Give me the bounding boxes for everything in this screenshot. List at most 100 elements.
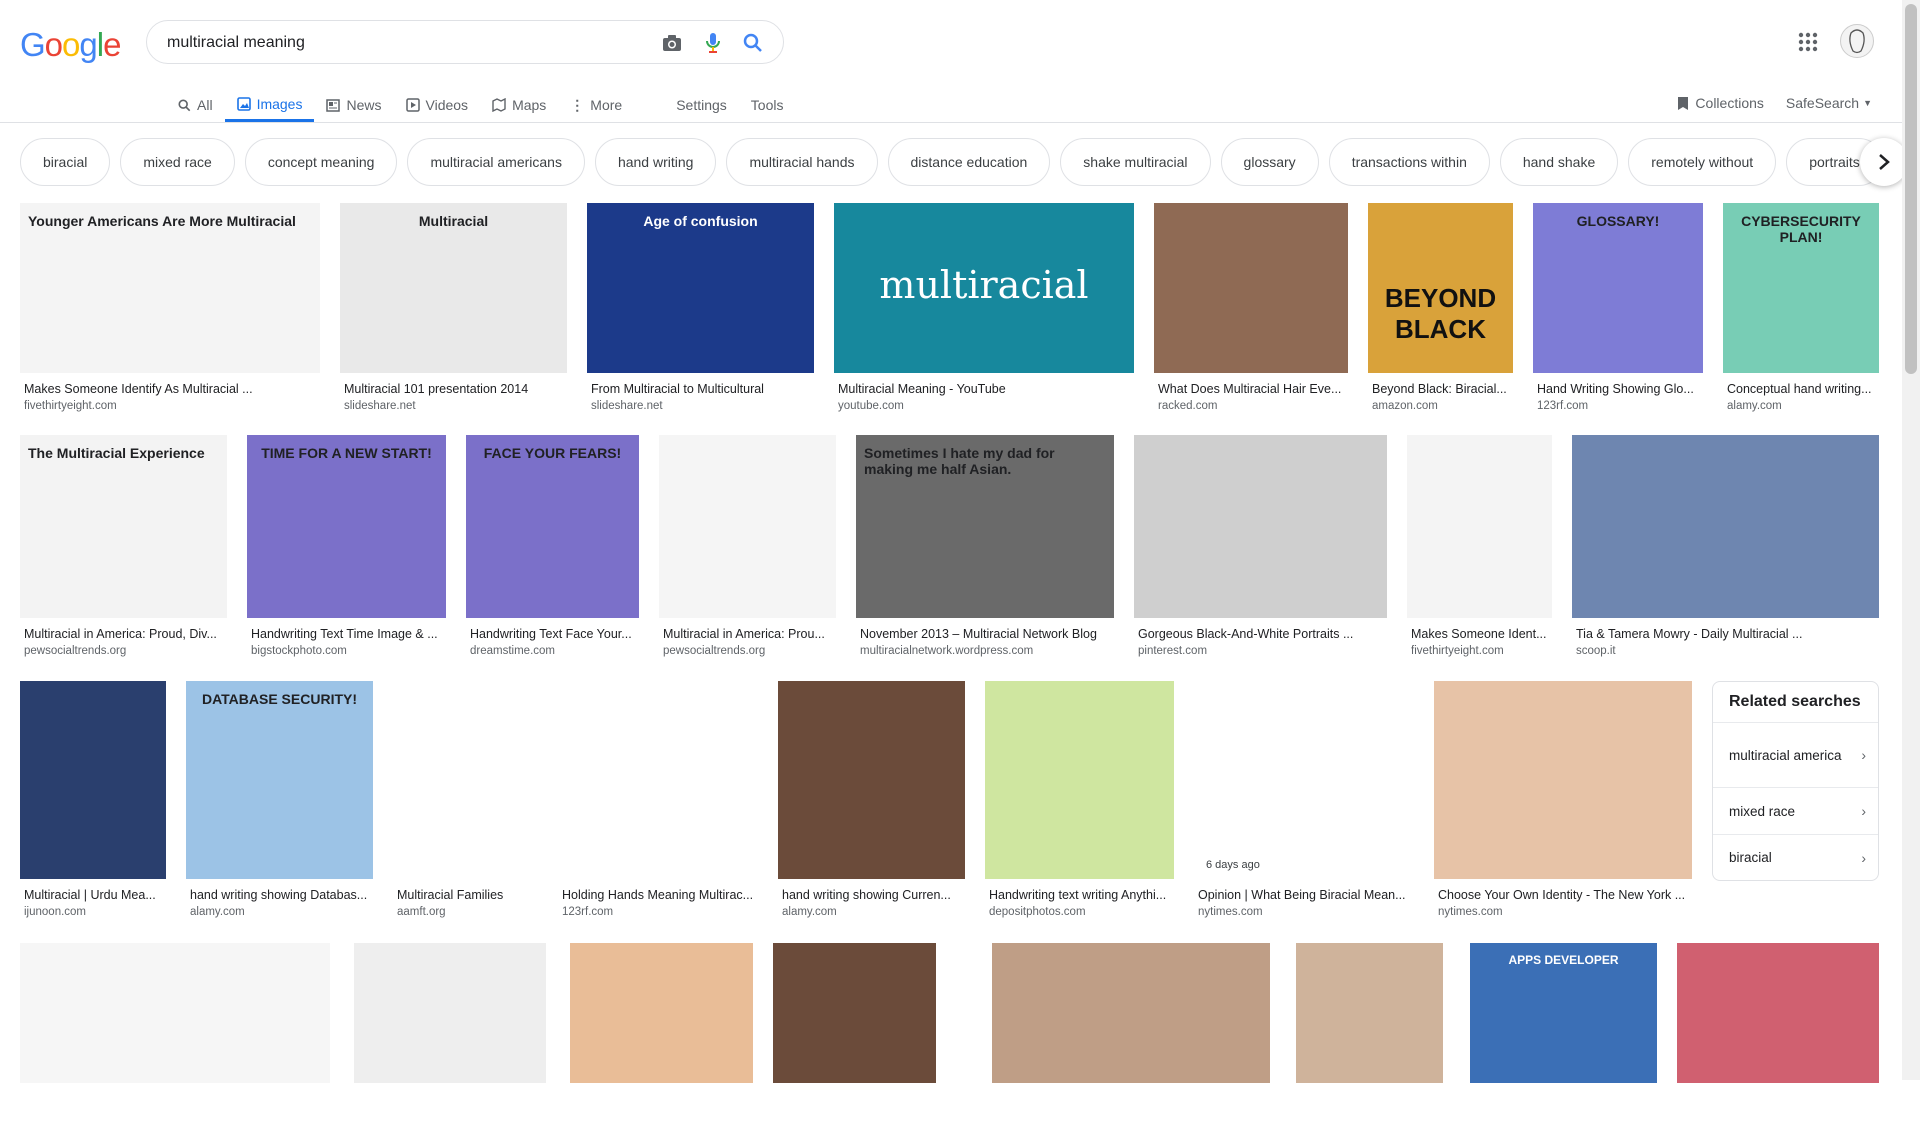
chip-biracial[interactable]: biracial — [20, 138, 111, 186]
image-result[interactable] — [773, 943, 936, 1125]
image-result[interactable]: The Multiracial Experience Multiracial in… — [20, 435, 227, 660]
result-title[interactable]: Makes Someone Identify As Multiracial ..… — [24, 382, 316, 396]
image-thumbnail[interactable] — [659, 435, 836, 618]
image-thumbnail[interactable]: multiracial — [834, 203, 1134, 373]
camera-icon[interactable] — [661, 32, 683, 54]
image-result[interactable]: Holding Hands Meaning Multirac... 123rf.c… — [558, 681, 758, 921]
image-thumbnail[interactable] — [1572, 435, 1879, 618]
result-source[interactable]: pewsocialtrends.org — [663, 645, 765, 657]
chip-hand-shake[interactable]: hand shake — [1499, 138, 1619, 186]
image-result[interactable]: Multiracial | Urdu Mea... ijunoon.com — [20, 681, 166, 921]
image-result[interactable] — [1296, 943, 1443, 1125]
image-thumbnail[interactable] — [1434, 681, 1692, 879]
image-thumbnail[interactable]: APPS DEVELOPER — [1470, 943, 1657, 1083]
image-result[interactable]: FACE YOUR FEARS! Handwriting Text Face Yo… — [466, 435, 639, 660]
result-title[interactable]: From Multiracial to Multicultural — [591, 382, 810, 396]
result-title[interactable]: Multiracial in America: Prou... — [663, 627, 832, 641]
image-result[interactable] — [570, 943, 753, 1125]
tab-maps[interactable]: Maps — [480, 88, 558, 122]
search-box[interactable] — [146, 20, 784, 64]
microphone-icon[interactable] — [702, 32, 724, 54]
result-source[interactable]: pinterest.com — [1138, 645, 1207, 657]
chips-next-button[interactable] — [1860, 138, 1908, 186]
chip-mixed-race[interactable]: mixed race — [120, 138, 235, 186]
chip-distance-education[interactable]: distance education — [887, 138, 1051, 186]
image-thumbnail[interactable] — [20, 681, 166, 879]
chip-concept-meaning[interactable]: concept meaning — [244, 138, 398, 186]
image-thumbnail[interactable] — [20, 943, 330, 1083]
image-result[interactable]: APPS DEVELOPER — [1470, 943, 1657, 1125]
result-title[interactable]: Multiracial Families — [397, 888, 534, 902]
image-result[interactable]: Age of confusion From Multiracial to Mult… — [587, 203, 814, 415]
image-result[interactable]: Younger Americans Are More Multiracial Ma… — [20, 203, 320, 415]
image-result[interactable]: TIME FOR A NEW START! Handwriting Text Ti… — [247, 435, 446, 660]
image-thumbnail[interactable]: The Multiracial Experience — [20, 435, 227, 618]
result-source[interactable]: nytimes.com — [1438, 906, 1503, 918]
image-result[interactable]: GLOSSARY! Hand Writing Showing Glo... 123r… — [1533, 203, 1703, 415]
image-result[interactable]: Multiracial in America: Prou... pewsocial… — [659, 435, 836, 660]
result-source[interactable]: dreamstime.com — [470, 645, 555, 657]
safesearch-dropdown[interactable]: SafeSearch ▼ — [1786, 95, 1872, 111]
result-source[interactable]: pewsocialtrends.org — [24, 645, 126, 657]
result-title[interactable]: hand writing showing Databas... — [190, 888, 369, 902]
image-thumbnail[interactable] — [985, 681, 1174, 879]
image-thumbnail[interactable] — [1407, 435, 1552, 618]
image-thumbnail[interactable]: Multiracial — [340, 203, 567, 373]
image-result[interactable]: Makes Someone Ident... fivethirtyeight.co… — [1407, 435, 1552, 660]
image-thumbnail[interactable] — [778, 681, 965, 879]
result-source[interactable]: fivethirtyeight.com — [1411, 645, 1504, 657]
result-title[interactable]: Opinion | What Being Biracial Mean... — [1198, 888, 1410, 902]
result-source[interactable]: multiracialnetwork.wordpress.com — [860, 645, 1033, 657]
google-logo[interactable]: Google — [20, 26, 121, 64]
image-thumbnail[interactable]: CYBERSECURITY PLAN! — [1723, 203, 1879, 373]
result-source[interactable]: alamy.com — [782, 906, 837, 918]
image-result[interactable] — [20, 943, 330, 1125]
image-result[interactable]: Multiracial Families aamft.org — [393, 681, 538, 921]
image-thumbnail[interactable] — [1296, 943, 1443, 1083]
tab-videos[interactable]: Videos — [394, 88, 481, 122]
result-source[interactable]: ijunoon.com — [24, 906, 86, 918]
tab-more[interactable]: ⋮ More — [558, 88, 634, 122]
result-source[interactable]: depositphotos.com — [989, 906, 1086, 918]
result-title[interactable]: Handwriting Text Time Image & ... — [251, 627, 442, 641]
related-item[interactable]: mixed race › — [1713, 787, 1878, 834]
chip-multiracial-americans[interactable]: multiracial americans — [407, 138, 585, 186]
search-input[interactable] — [165, 30, 629, 56]
result-title[interactable]: Gorgeous Black-And-White Portraits ... — [1138, 627, 1383, 641]
apps-grid-icon[interactable] — [1796, 30, 1820, 54]
result-source[interactable]: bigstockphoto.com — [251, 645, 347, 657]
image-thumbnail[interactable] — [558, 681, 758, 879]
image-thumbnail[interactable]: 6 days ago — [1194, 681, 1414, 879]
image-thumbnail[interactable] — [570, 943, 753, 1083]
tab-tools[interactable]: Tools — [739, 88, 796, 122]
image-result[interactable] — [1677, 943, 1879, 1125]
image-thumbnail[interactable]: Younger Americans Are More Multiracial — [20, 203, 320, 373]
result-source[interactable]: alamy.com — [190, 906, 245, 918]
result-title[interactable]: Choose Your Own Identity - The New York … — [1438, 888, 1688, 902]
result-title[interactable]: Hand Writing Showing Glo... — [1537, 382, 1699, 396]
image-thumbnail[interactable]: Sometimes I hate my dad for making me ha… — [856, 435, 1114, 618]
chip-shake-multiracial[interactable]: shake multiracial — [1060, 138, 1211, 186]
result-title[interactable]: Conceptual hand writing... — [1727, 382, 1875, 396]
image-thumbnail[interactable] — [1134, 435, 1387, 618]
tab-images[interactable]: Images — [224, 88, 315, 122]
result-title[interactable]: Handwriting text writing Anythi... — [989, 888, 1170, 902]
image-result[interactable]: Multiracial Multiracial 101 presentation … — [340, 203, 567, 415]
result-source[interactable]: nytimes.com — [1198, 906, 1263, 918]
image-result[interactable]: multiracial Multiracial Meaning - YouTube… — [834, 203, 1134, 415]
result-title[interactable]: hand writing showing Curren... — [782, 888, 961, 902]
result-title[interactable]: Makes Someone Ident... — [1411, 627, 1548, 641]
tab-all[interactable]: All — [166, 88, 225, 122]
image-thumbnail[interactable] — [393, 681, 538, 879]
image-result[interactable]: Gorgeous Black-And-White Portraits ... pi… — [1134, 435, 1387, 660]
scrollbar-thumb[interactable] — [1905, 4, 1917, 374]
image-result[interactable]: Choose Your Own Identity - The New York … — [1434, 681, 1692, 921]
result-source[interactable]: youtube.com — [838, 400, 904, 412]
result-title[interactable]: Multiracial Meaning - YouTube — [838, 382, 1130, 396]
result-title[interactable]: What Does Multiracial Hair Eve... — [1158, 382, 1344, 396]
result-source[interactable]: slideshare.net — [344, 400, 416, 412]
image-result[interactable]: BEYOND BLACK Beyond Black: Biracial... ama… — [1368, 203, 1513, 415]
image-thumbnail[interactable]: TIME FOR A NEW START! — [247, 435, 446, 618]
image-thumbnail[interactable] — [992, 943, 1270, 1083]
result-source[interactable]: slideshare.net — [591, 400, 663, 412]
